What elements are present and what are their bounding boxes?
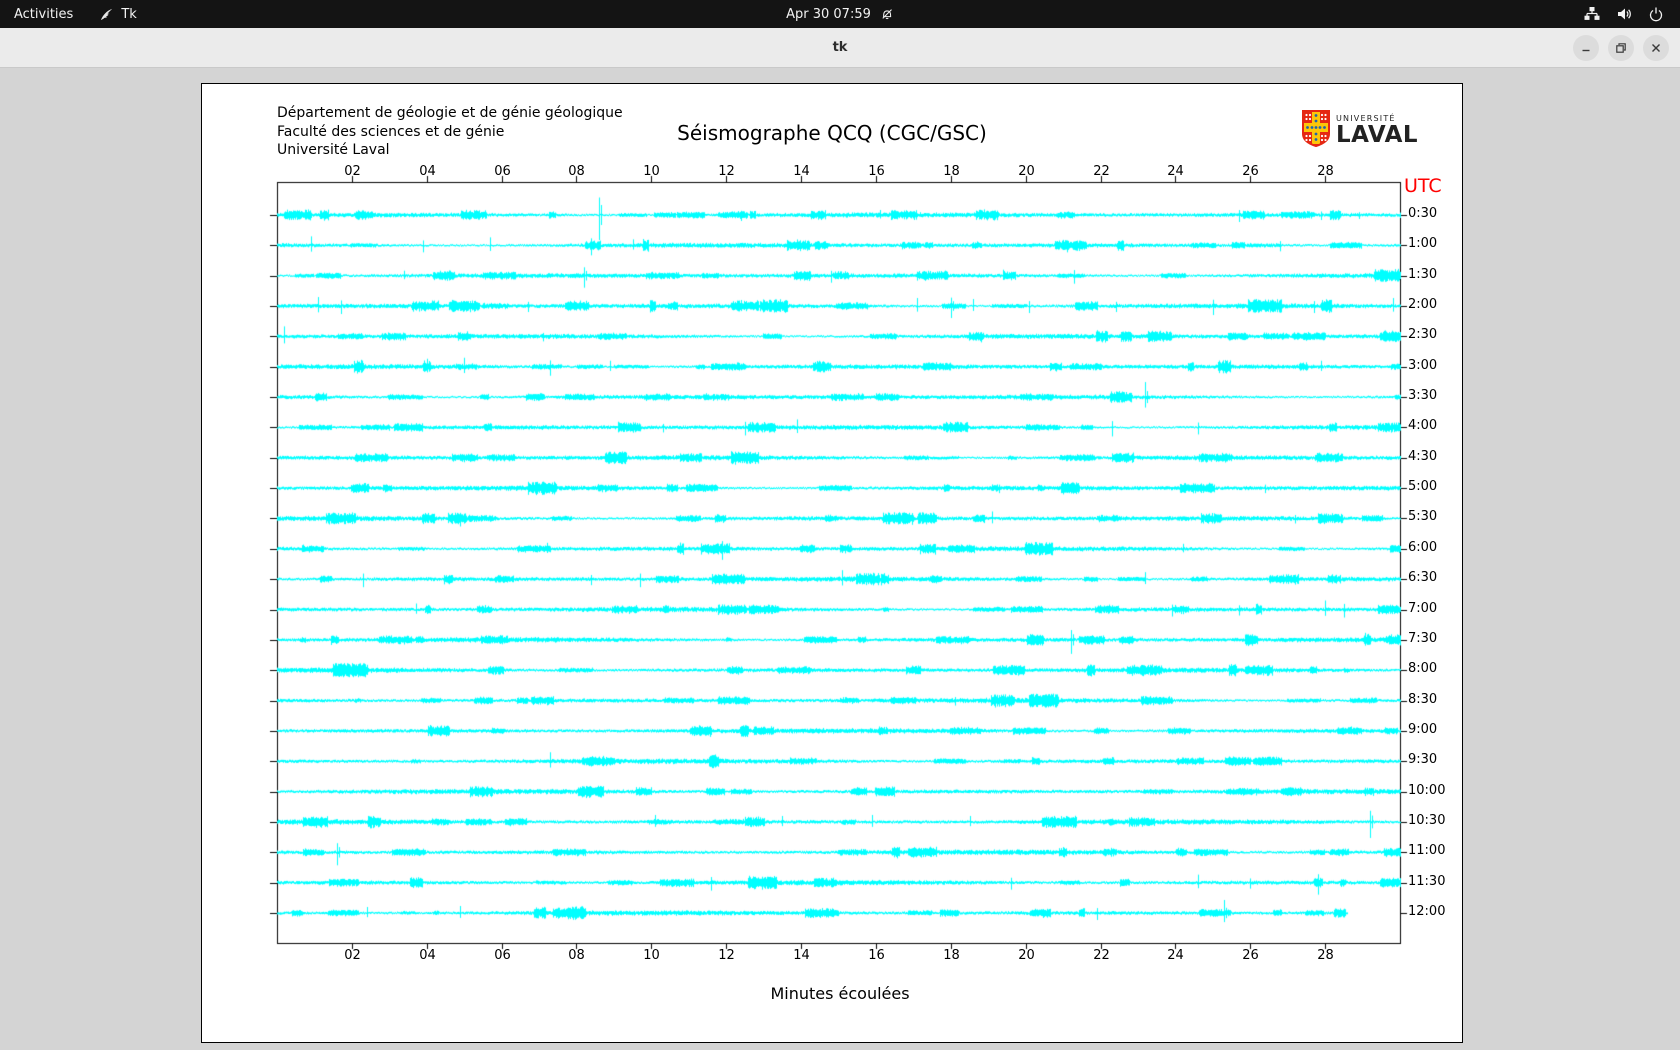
x-tick-label-top: 04 [419, 164, 436, 179]
x-tick-label-top: 10 [643, 164, 660, 179]
x-tick-label-bottom: 20 [1018, 948, 1035, 963]
network-wired-icon [1584, 6, 1600, 22]
institution-line1: Département de géologie et de génie géol… [277, 105, 623, 121]
x-tick-label-bottom: 12 [718, 948, 735, 963]
clock-button[interactable]: Apr 30 07:59 [786, 0, 894, 28]
x-tick-label-top: 20 [1018, 164, 1035, 179]
utc-time-label: 4:30 [1408, 449, 1438, 464]
utc-time-label: 10:30 [1408, 813, 1446, 828]
universite-laval-logo: UNIVERSITÉ LAVAL [1302, 110, 1418, 151]
chart-title: Séismographe QCQ (CGC/GSC) [677, 121, 987, 145]
x-tick-label-top: 18 [943, 164, 960, 179]
window-title: tk [832, 40, 848, 55]
x-tick-label-bottom: 16 [868, 948, 885, 963]
utc-time-label: 9:30 [1408, 752, 1438, 767]
utc-time-label: 6:30 [1408, 570, 1438, 585]
top-bar: Activities Tk Apr 30 07:59 [0, 0, 1680, 28]
x-tick-label-bottom: 26 [1242, 948, 1259, 963]
x-tick-label-top: 06 [494, 164, 511, 179]
system-menu[interactable] [1578, 0, 1670, 28]
window-titlebar[interactable]: tk [0, 28, 1680, 68]
x-tick-label-bottom: 18 [943, 948, 960, 963]
utc-time-label: 2:30 [1408, 327, 1438, 342]
laval-shield-icon [1302, 110, 1330, 151]
x-tick-label-top: 26 [1242, 164, 1259, 179]
utc-time-label: 0:30 [1408, 206, 1438, 221]
utc-time-label: 3:30 [1408, 388, 1438, 403]
utc-time-label: 1:00 [1408, 236, 1438, 251]
utc-time-label: 4:00 [1408, 418, 1438, 433]
power-icon [1648, 6, 1664, 22]
utc-time-label: 8:30 [1408, 692, 1438, 707]
x-tick-label-top: 08 [568, 164, 585, 179]
x-tick-label-bottom: 10 [643, 948, 660, 963]
window-controls [1573, 35, 1669, 61]
x-tick-label-top: 12 [718, 164, 735, 179]
plot-area: Département de géologie et de génie géol… [202, 84, 1462, 1042]
x-tick-label-top: 22 [1093, 164, 1110, 179]
utc-time-label: 7:00 [1408, 601, 1438, 616]
utc-time-label: 5:30 [1408, 509, 1438, 524]
volume-icon [1616, 6, 1632, 22]
minimize-button[interactable] [1573, 35, 1599, 61]
utc-time-label: 8:00 [1408, 661, 1438, 676]
clock-label: Apr 30 07:59 [786, 6, 871, 22]
x-tick-label-top: 02 [344, 164, 361, 179]
utc-time-label: 9:00 [1408, 722, 1438, 737]
x-tick-label-bottom: 08 [568, 948, 585, 963]
top-bar-left: Activities Tk [0, 0, 149, 28]
utc-time-label: 10:00 [1408, 783, 1446, 798]
tk-taskbar-label: Tk [121, 6, 137, 22]
x-tick-label-bottom: 22 [1093, 948, 1110, 963]
x-tick-label-top: 28 [1317, 164, 1334, 179]
utc-time-label: 6:00 [1408, 540, 1438, 555]
utc-axis-label: UTC [1404, 175, 1442, 197]
close-icon [1649, 41, 1663, 55]
desktop-screen: Activities Tk Apr 30 07:59 tk Départemen… [0, 0, 1680, 1050]
restore-icon [1614, 41, 1628, 55]
logo-text: UNIVERSITÉ LAVAL [1336, 114, 1418, 147]
utc-time-label: 3:00 [1408, 358, 1438, 373]
x-tick-label-top: 14 [793, 164, 810, 179]
maximize-button[interactable] [1608, 35, 1634, 61]
utc-time-label: 11:00 [1408, 843, 1446, 858]
utc-time-label: 11:30 [1408, 874, 1446, 889]
x-axis-title: Minutes écoulées [770, 984, 910, 1003]
x-tick-label-bottom: 28 [1317, 948, 1334, 963]
seismogram-canvas [202, 84, 1462, 1042]
utc-time-label: 7:30 [1408, 631, 1438, 646]
minimize-icon [1579, 41, 1593, 55]
x-tick-label-bottom: 06 [494, 948, 511, 963]
utc-time-label: 1:30 [1408, 267, 1438, 282]
logo-laval: LAVAL [1336, 122, 1419, 148]
tk-taskbar-item[interactable]: Tk [87, 0, 148, 28]
seismograph-panel: Département de géologie et de génie géol… [201, 83, 1463, 1043]
activities-button[interactable]: Activities [0, 0, 87, 28]
close-button[interactable] [1643, 35, 1669, 61]
x-tick-label-bottom: 24 [1167, 948, 1184, 963]
x-tick-label-bottom: 02 [344, 948, 361, 963]
notifications-muted-icon [880, 7, 894, 21]
utc-time-label: 5:00 [1408, 479, 1438, 494]
x-tick-label-top: 24 [1167, 164, 1184, 179]
utc-time-label: 2:00 [1408, 297, 1438, 312]
utc-time-label: 12:00 [1408, 904, 1446, 919]
tk-feather-icon [99, 7, 114, 22]
x-tick-label-top: 16 [868, 164, 885, 179]
x-tick-label-bottom: 04 [419, 948, 436, 963]
x-tick-label-bottom: 14 [793, 948, 810, 963]
